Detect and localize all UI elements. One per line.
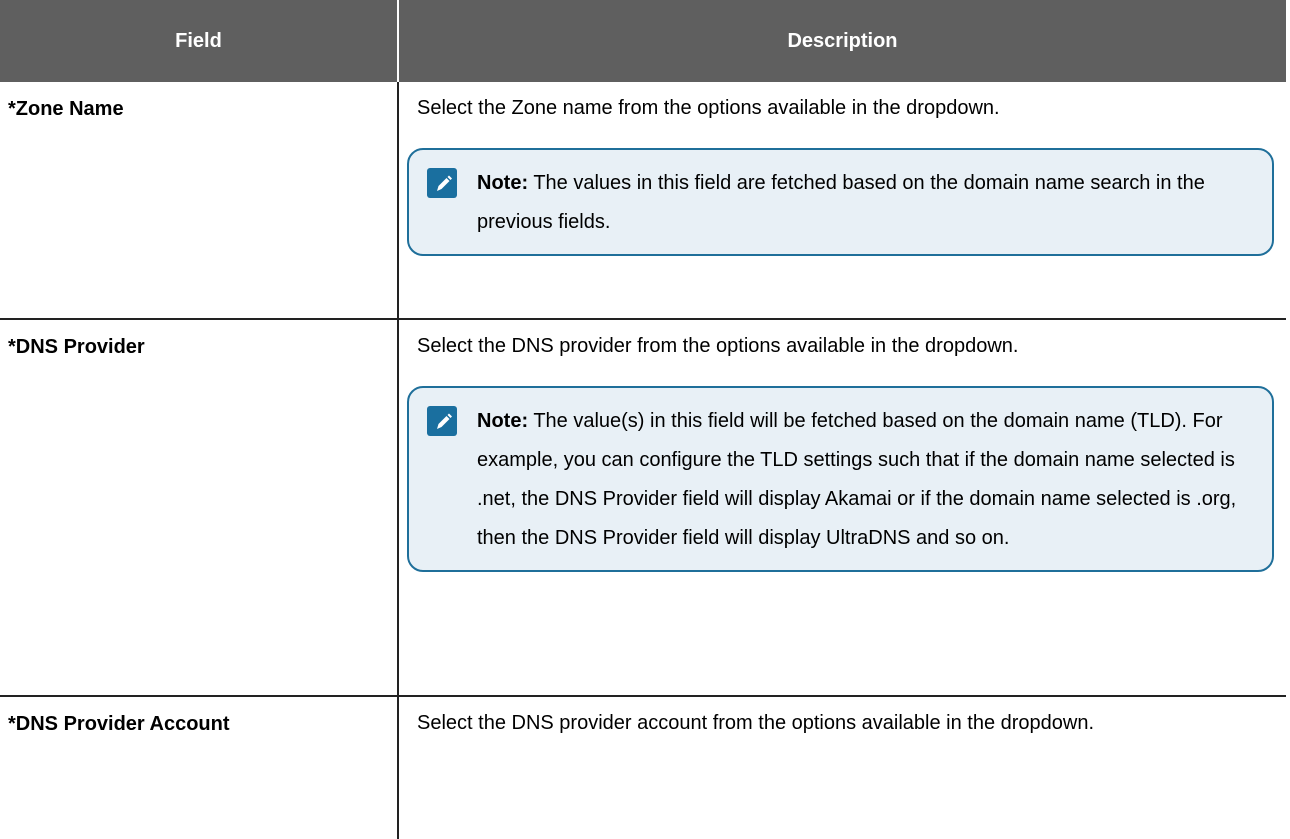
fields-table: Field Description *Zone Name Select the … — [0, 0, 1286, 839]
field-description: Select the Zone name from the options av… — [417, 97, 1000, 119]
table-row: *DNS Provider Account Select the DNS pro… — [0, 696, 1286, 839]
field-name: *Zone Name — [0, 82, 399, 320]
note-label: Note: — [477, 172, 529, 194]
field-name: *DNS Provider — [0, 319, 399, 697]
header-description: Description — [398, 0, 1286, 82]
field-description-cell: Select the DNS provider account from the… — [398, 696, 1286, 839]
note-box: Note: The value(s) in this field will be… — [407, 386, 1274, 572]
note-body: Note: The values in this field are fetch… — [477, 164, 1252, 242]
field-name: *DNS Provider Account — [0, 696, 399, 839]
field-description-cell: Select the DNS provider from the options… — [398, 319, 1286, 697]
note-box: Note: The values in this field are fetch… — [407, 148, 1274, 256]
pencil-icon — [427, 406, 457, 436]
note-body: Note: The value(s) in this field will be… — [477, 402, 1252, 558]
note-label: Note: — [477, 410, 529, 432]
header-row: Field Description — [0, 0, 1286, 82]
field-description-cell: Select the Zone name from the options av… — [398, 82, 1286, 320]
note-text: The values in this field are fetched bas… — [477, 172, 1205, 233]
table-row: *Zone Name Select the Zone name from the… — [0, 82, 1286, 320]
table-row: *DNS Provider Select the DNS provider fr… — [0, 319, 1286, 697]
note-text: The value(s) in this field will be fetch… — [477, 410, 1237, 549]
pencil-icon — [427, 168, 457, 198]
field-description: Select the DNS provider from the options… — [417, 335, 1019, 357]
field-description: Select the DNS provider account from the… — [417, 712, 1095, 734]
header-field: Field — [0, 0, 399, 82]
